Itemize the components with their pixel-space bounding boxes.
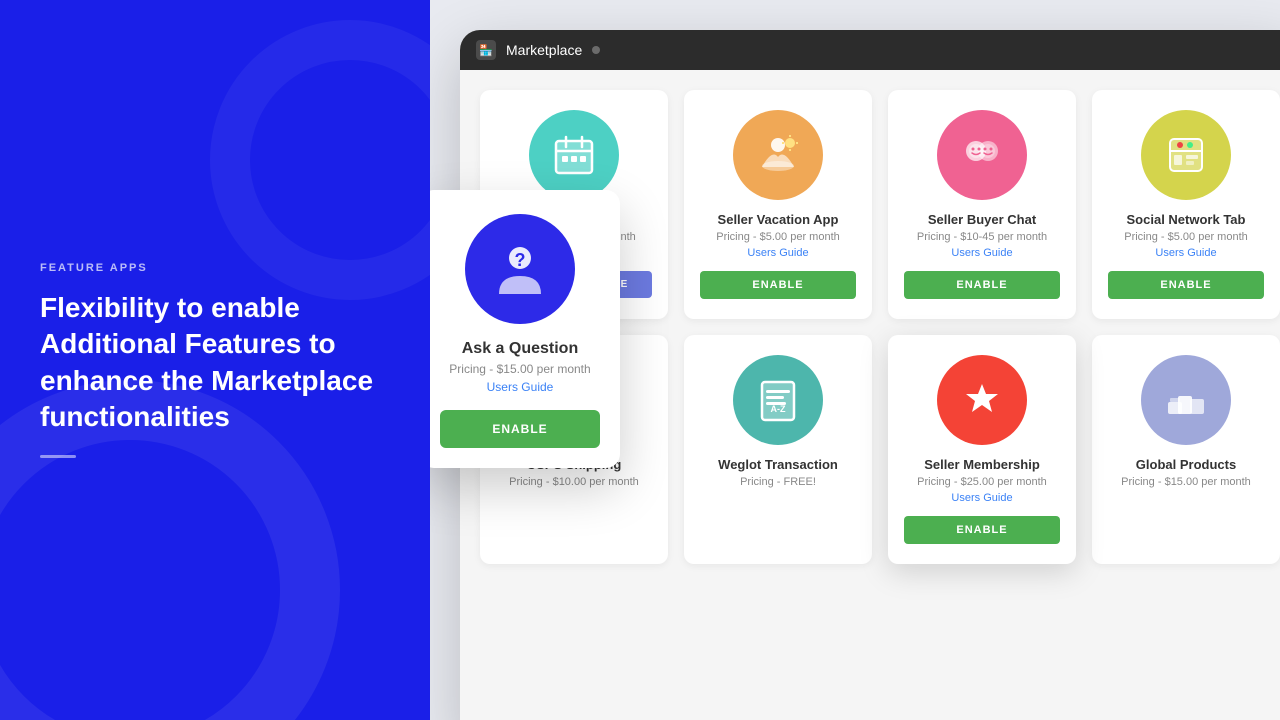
chat-enable-btn[interactable]: ENABLE [904,271,1060,299]
ask-enable-btn[interactable]: ENABLE [440,410,600,448]
right-panel: 🏪 Marketplace [430,0,1280,720]
social-enable-btn[interactable]: ENABLE [1108,271,1264,299]
ask-guide[interactable]: Users Guide [487,380,554,394]
global-name: Global Products [1136,457,1236,472]
vacation-pricing: Pricing - $5.00 per month [716,231,840,243]
membership-pricing: Pricing - $25.00 per month [917,476,1047,488]
weglot-pricing: Pricing - FREE! [740,476,816,488]
membership-icon [937,355,1027,445]
section-label: FEATURE APPS [40,262,390,274]
chat-name: Seller Buyer Chat [928,212,1036,227]
floating-ask-card: ? Ask a Question Pricing - $15.00 per mo… [430,190,620,468]
social-pricing: Pricing - $5.00 per month [1124,231,1248,243]
app-card-social: Social Network Tab Pricing - $5.00 per m… [1092,90,1280,319]
membership-name: Seller Membership [924,457,1040,472]
vacation-name: Seller Vacation App [718,212,839,227]
svg-text:?: ? [515,250,526,270]
marketplace-icon: 🏪 [476,40,496,60]
global-icon [1141,355,1231,445]
heading-divider [40,455,76,458]
global-pricing: Pricing - $15.00 per month [1121,476,1251,488]
social-guide[interactable]: Users Guide [1155,247,1216,259]
chat-guide[interactable]: Users Guide [951,247,1012,259]
weglot-icon: A-Z [733,355,823,445]
ask-app-name: Ask a Question [462,340,578,358]
chat-pricing: Pricing - $10-45 per month [917,231,1047,243]
vacation-enable-btn[interactable]: ENABLE [700,271,856,299]
app-card-membership: Seller Membership Pricing - $25.00 per m… [888,335,1076,564]
browser-bar: 🏪 Marketplace [460,30,1280,70]
app-card-chat: Seller Buyer Chat Pricing - $10-45 per m… [888,90,1076,319]
app-card-weglot: A-Z Weglot Transaction Pricing - FREE! [684,335,872,564]
social-name: Social Network Tab [1127,212,1246,227]
vacation-guide[interactable]: Users Guide [747,247,808,259]
left-panel: FEATURE APPS Flexibility to enable Addit… [0,0,430,720]
app-card-global: Global Products Pricing - $15.00 per mon… [1092,335,1280,564]
app-card-vacation: Seller Vacation App Pricing - $5.00 per … [684,90,872,319]
vacation-icon [733,110,823,200]
membership-enable-btn[interactable]: ENABLE [904,516,1060,544]
social-icon [1141,110,1231,200]
membership-guide[interactable]: Users Guide [951,492,1012,504]
weglot-name: Weglot Transaction [718,457,838,472]
browser-dot [592,46,600,54]
booking-icon [529,110,619,200]
chat-icon [937,110,1027,200]
usps-pricing: Pricing - $10.00 per month [509,476,639,488]
ask-pricing: Pricing - $15.00 per month [449,362,590,376]
ask-icon-circle: ? [465,214,575,324]
feature-heading: Flexibility to enable Additional Feature… [40,290,390,436]
svg-text:A-Z: A-Z [771,404,786,414]
browser-title: Marketplace [506,42,582,58]
